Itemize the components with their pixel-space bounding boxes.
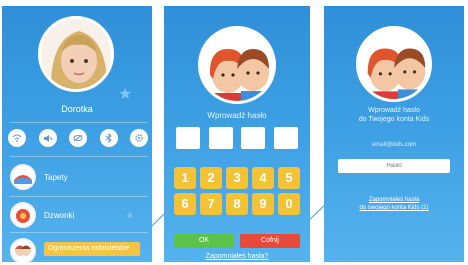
password-input[interactable]	[338, 159, 450, 173]
bluetooth-icon[interactable]	[99, 129, 118, 147]
key-8[interactable]: 8	[226, 193, 248, 215]
menu-label-ringtones: Dzwonki	[44, 210, 75, 220]
pin-digit-box[interactable]	[208, 127, 233, 149]
wifi-icon[interactable]	[8, 129, 26, 147]
account-password-screen: Wprowadź hasło do Twojego konta Kids ema…	[324, 6, 464, 262]
forgot-account-password-link[interactable]: Zapomniałeś hasła do swojego konta Kids …	[324, 196, 464, 212]
forgot-password-link[interactable]: Zapomniałeś hasła?	[164, 253, 310, 260]
ok-button[interactable]: OK	[174, 234, 234, 248]
account-title-line2: do Twojego konta Kids	[358, 116, 430, 123]
pin-digit-box[interactable]	[273, 127, 298, 149]
divider	[10, 196, 148, 197]
pin-screen: Wprowadź hasło 1 2 3 4 5 6 7 8 9 0 OK Co…	[164, 6, 310, 262]
divider	[10, 156, 148, 157]
menu-item-wallpapers[interactable]: Tapety	[10, 164, 68, 190]
forgot-link-line1: Zapomniałeś hasła	[368, 197, 420, 203]
pin-boxes	[176, 127, 298, 149]
key-9[interactable]: 9	[252, 193, 274, 215]
forgot-link-line2: do swojego konta Kids (2)	[359, 205, 429, 211]
parents-avatar	[356, 26, 432, 102]
profile-screen: ★ Dorotka Tapety Dzwonki ★ Ograniczenia …	[2, 6, 152, 262]
settings-icon[interactable]	[130, 129, 148, 147]
eye-off-icon[interactable]	[69, 129, 87, 147]
key-0[interactable]: 0	[278, 193, 300, 215]
ringtone-icon	[10, 202, 36, 228]
parents-avatar	[198, 26, 276, 104]
number-keypad: 1 2 3 4 5 6 7 8 9 0	[174, 167, 300, 215]
cancel-button[interactable]: Cofnij	[240, 234, 300, 248]
pin-digit-box[interactable]	[176, 127, 200, 149]
star-icon[interactable]: ★	[118, 84, 132, 104]
key-1[interactable]: 1	[174, 167, 196, 189]
key-6[interactable]: 6	[174, 193, 196, 215]
divider	[10, 232, 148, 233]
star-icon[interactable]: ★	[126, 210, 134, 221]
menu-item-ringtones[interactable]: Dzwonki	[10, 202, 74, 228]
key-5[interactable]: 5	[278, 167, 300, 189]
child-avatar[interactable]	[38, 16, 114, 92]
pin-digit-box[interactable]	[241, 127, 266, 149]
wallpaper-icon	[10, 164, 36, 190]
profile-name: Dorotka	[61, 104, 93, 114]
menu-item-parental[interactable]	[10, 238, 36, 262]
key-2[interactable]: 2	[200, 167, 222, 189]
key-3[interactable]: 3	[226, 167, 248, 189]
account-title: Wprowadź hasło do Twojego konta Kids	[324, 106, 464, 124]
divider	[10, 122, 148, 123]
menu-label-wallpapers: Tapety	[44, 172, 68, 182]
parental-controls-bar[interactable]: Ograniczenia rodzicielskie	[44, 242, 140, 256]
parents-icon	[10, 238, 36, 262]
volume-mute-icon[interactable]	[38, 129, 57, 147]
pin-title: Wprowadź hasło	[207, 111, 267, 120]
account-title-line1: Wprowadź hasło	[368, 107, 420, 114]
quick-settings-row	[8, 129, 148, 147]
key-4[interactable]: 4	[252, 167, 274, 189]
account-email: email@kids.com	[371, 142, 417, 148]
key-7[interactable]: 7	[200, 193, 222, 215]
